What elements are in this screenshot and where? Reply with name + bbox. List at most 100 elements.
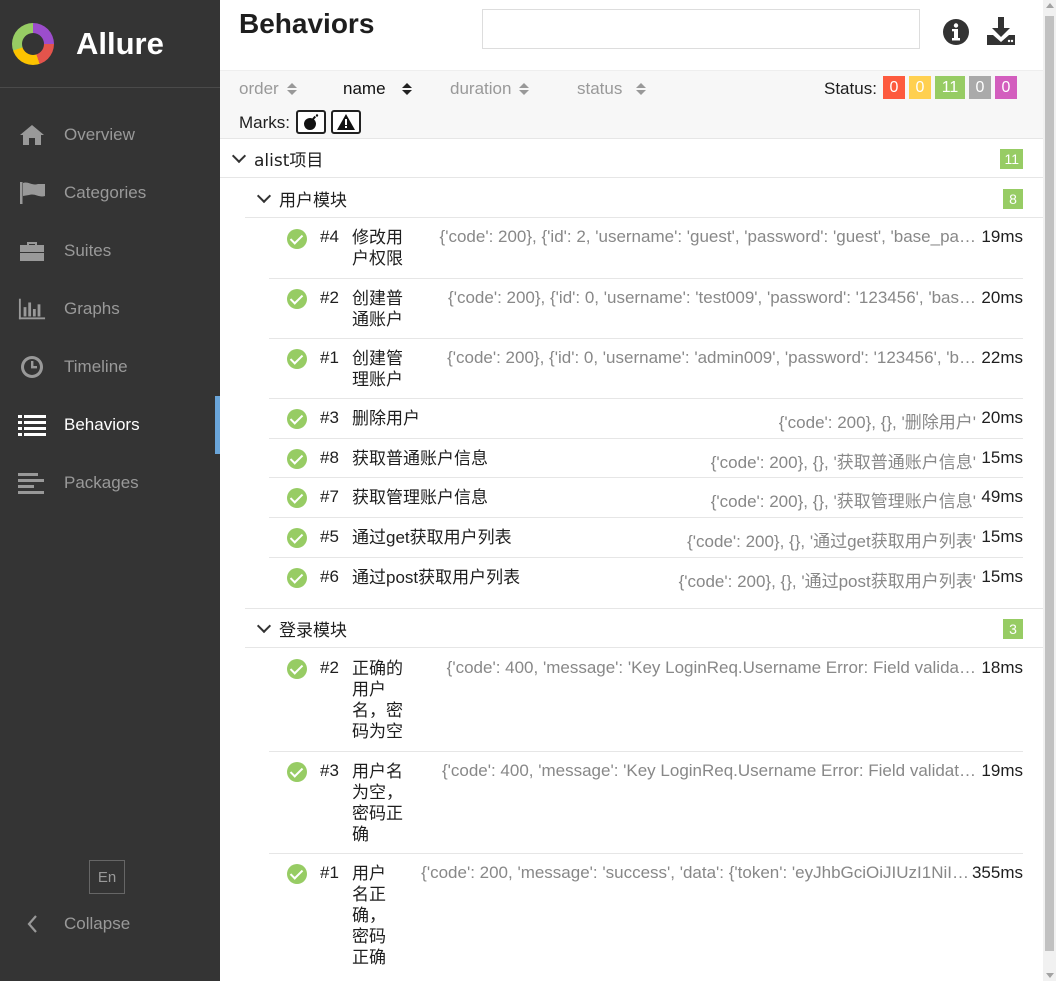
download-button[interactable] <box>985 15 1017 47</box>
sidebar-item-timeline[interactable]: Timeline <box>0 338 220 396</box>
sort-arrows-icon <box>636 83 647 95</box>
scroll-up-arrow-icon[interactable] <box>1046 3 1054 8</box>
scroll-down-arrow-icon[interactable] <box>1046 973 1054 978</box>
passed-icon <box>287 568 307 588</box>
flaky-mark-toggle[interactable] <box>296 110 326 134</box>
test-number: #3 <box>320 408 339 427</box>
sort-status[interactable]: status <box>577 79 647 99</box>
tree-group-root[interactable]: alist项目 11 <box>220 139 1043 178</box>
status-skipped-toggle[interactable]: 0 <box>969 76 991 99</box>
tree-group-login-module[interactable]: 登录模块 3 <box>245 609 1043 648</box>
test-name: 正确的用户名，密码为空 <box>352 659 403 741</box>
sidebar-item-label: Graphs <box>64 299 120 318</box>
sort-duration[interactable]: duration <box>450 79 530 99</box>
test-row[interactable]: #4 修改用户权限 {'code': 200}, {'id': 2, 'user… <box>269 218 1023 279</box>
passed-icon <box>287 449 307 469</box>
app-title: Allure <box>76 25 164 61</box>
vertical-scrollbar[interactable] <box>1043 0 1056 981</box>
test-params: {'code': 200}, {}, '通过post获取用户列表' <box>678 572 976 591</box>
sidebar-item-categories[interactable]: Categories <box>0 164 220 222</box>
sidebar-item-label: Overview <box>64 125 135 144</box>
sidebar-item-overview[interactable]: Overview <box>0 106 220 164</box>
info-button[interactable] <box>941 17 971 47</box>
status-failed-toggle[interactable]: 0 <box>883 76 905 99</box>
test-number: #1 <box>320 348 339 367</box>
passed-icon <box>287 864 307 884</box>
test-row[interactable]: #1 用户名正确，密码正确 {'code': 200, 'message': '… <box>269 854 1023 974</box>
sidebar-item-label: Suites <box>64 241 112 260</box>
test-duration: 15ms <box>981 527 1023 546</box>
test-name: 用户名正确，密码正确 <box>352 864 386 967</box>
test-row[interactable]: #3 删除用户 {'code': 200}, {}, '删除用户' 20ms <box>269 399 1023 439</box>
sort-arrows-icon <box>401 83 412 95</box>
test-duration: 20ms <box>981 408 1023 427</box>
test-row[interactable]: #3 用户名为空，密码正确 {'code': 400, 'message': '… <box>269 752 1023 854</box>
passed-icon <box>287 528 307 548</box>
sidebar-item-graphs[interactable]: Graphs <box>0 280 220 338</box>
test-params: {'code': 200}, {'id': 0, 'username': 'te… <box>448 288 976 307</box>
sort-name[interactable]: name <box>343 79 412 99</box>
new-failed-mark-toggle[interactable] <box>331 110 361 134</box>
scrollbar-thumb[interactable] <box>1045 16 1054 951</box>
test-params: {'code': 200}, {}, '通过get获取用户列表' <box>687 532 976 551</box>
status-unknown-toggle[interactable]: 0 <box>995 76 1017 99</box>
collapse-button[interactable]: Collapse <box>18 902 130 946</box>
sidebar-item-suites[interactable]: Suites <box>0 222 220 280</box>
sort-order[interactable]: order <box>239 79 297 99</box>
brand[interactable]: Allure <box>0 0 220 88</box>
test-duration: 22ms <box>981 348 1023 367</box>
sidebar-item-packages[interactable]: Packages <box>0 454 220 512</box>
sidebar-item-behaviors[interactable]: Behaviors <box>0 396 220 454</box>
test-name: 用户名为空，密码正确 <box>352 762 403 844</box>
language-switcher[interactable]: En <box>89 860 125 894</box>
test-params: {'code': 200}, {}, '获取普通账户信息' <box>710 453 976 472</box>
group-name: alist项目 <box>254 150 324 171</box>
test-duration: 49ms <box>981 487 1023 506</box>
status-filter: 0 0 11 0 0 <box>883 76 1017 99</box>
status-broken-toggle[interactable]: 0 <box>909 76 931 99</box>
test-duration: 19ms <box>981 761 1023 780</box>
sidebar: Allure Overview Categories Suites Graphs… <box>0 0 220 981</box>
marks-label: Marks: <box>239 113 290 132</box>
warning-icon <box>337 114 355 130</box>
passed-icon <box>287 409 307 429</box>
test-number: #1 <box>320 863 339 882</box>
main-content: Behaviors order name duration status Sta… <box>220 0 1043 981</box>
group-passed-count: 3 <box>1003 619 1023 639</box>
test-row[interactable]: #6 通过post获取用户列表 {'code': 200}, {}, '通过po… <box>269 558 1023 598</box>
sort-label: duration <box>450 79 512 98</box>
list-icon <box>18 413 46 437</box>
passed-icon <box>287 349 307 369</box>
test-number: #5 <box>320 527 339 546</box>
test-row[interactable]: #2 创建普通账户 {'code': 200}, {'id': 0, 'user… <box>269 279 1023 339</box>
test-row[interactable]: #8 获取普通账户信息 {'code': 200}, {}, '获取普通账户信息… <box>269 439 1023 478</box>
group-passed-count: 11 <box>1000 149 1023 169</box>
test-name: 获取普通账户信息 <box>352 449 488 468</box>
test-row[interactable]: #1 创建管理账户 {'code': 200}, {'id': 0, 'user… <box>269 339 1023 399</box>
test-duration: 355ms <box>971 863 1023 882</box>
sort-label: order <box>239 79 279 98</box>
search-input[interactable] <box>482 9 920 49</box>
sidebar-item-label: Categories <box>64 183 147 202</box>
test-params: {'code': 400, 'message': 'Key LoginReq.U… <box>446 658 976 677</box>
test-name: 删除用户 <box>352 409 420 428</box>
test-row[interactable]: #7 获取管理账户信息 {'code': 200}, {}, '获取管理账户信息… <box>269 478 1023 518</box>
test-row[interactable]: #5 通过get获取用户列表 {'code': 200}, {}, '通过get… <box>269 518 1023 558</box>
bomb-icon <box>304 114 319 130</box>
tree-group-user-module[interactable]: 用户模块 8 <box>245 179 1043 218</box>
passed-icon <box>287 289 307 309</box>
passed-icon <box>287 488 307 508</box>
test-duration: 20ms <box>981 288 1023 307</box>
test-params: {'code': 200, 'message': 'success', 'dat… <box>421 863 969 882</box>
status-passed-toggle[interactable]: 11 <box>935 76 965 99</box>
test-name: 通过post获取用户列表 <box>352 568 521 587</box>
test-row[interactable]: #2 正确的用户名，密码为空 {'code': 400, 'message': … <box>269 649 1023 752</box>
chevron-left-icon <box>18 915 46 933</box>
test-number: #2 <box>320 288 339 307</box>
test-params: {'code': 200}, {}, '删除用户' <box>778 413 976 432</box>
test-number: #8 <box>320 448 339 467</box>
status-label: Status: <box>824 79 877 98</box>
test-number: #2 <box>320 658 339 677</box>
chevron-down-icon <box>256 618 272 633</box>
sort-label: status <box>577 79 623 98</box>
